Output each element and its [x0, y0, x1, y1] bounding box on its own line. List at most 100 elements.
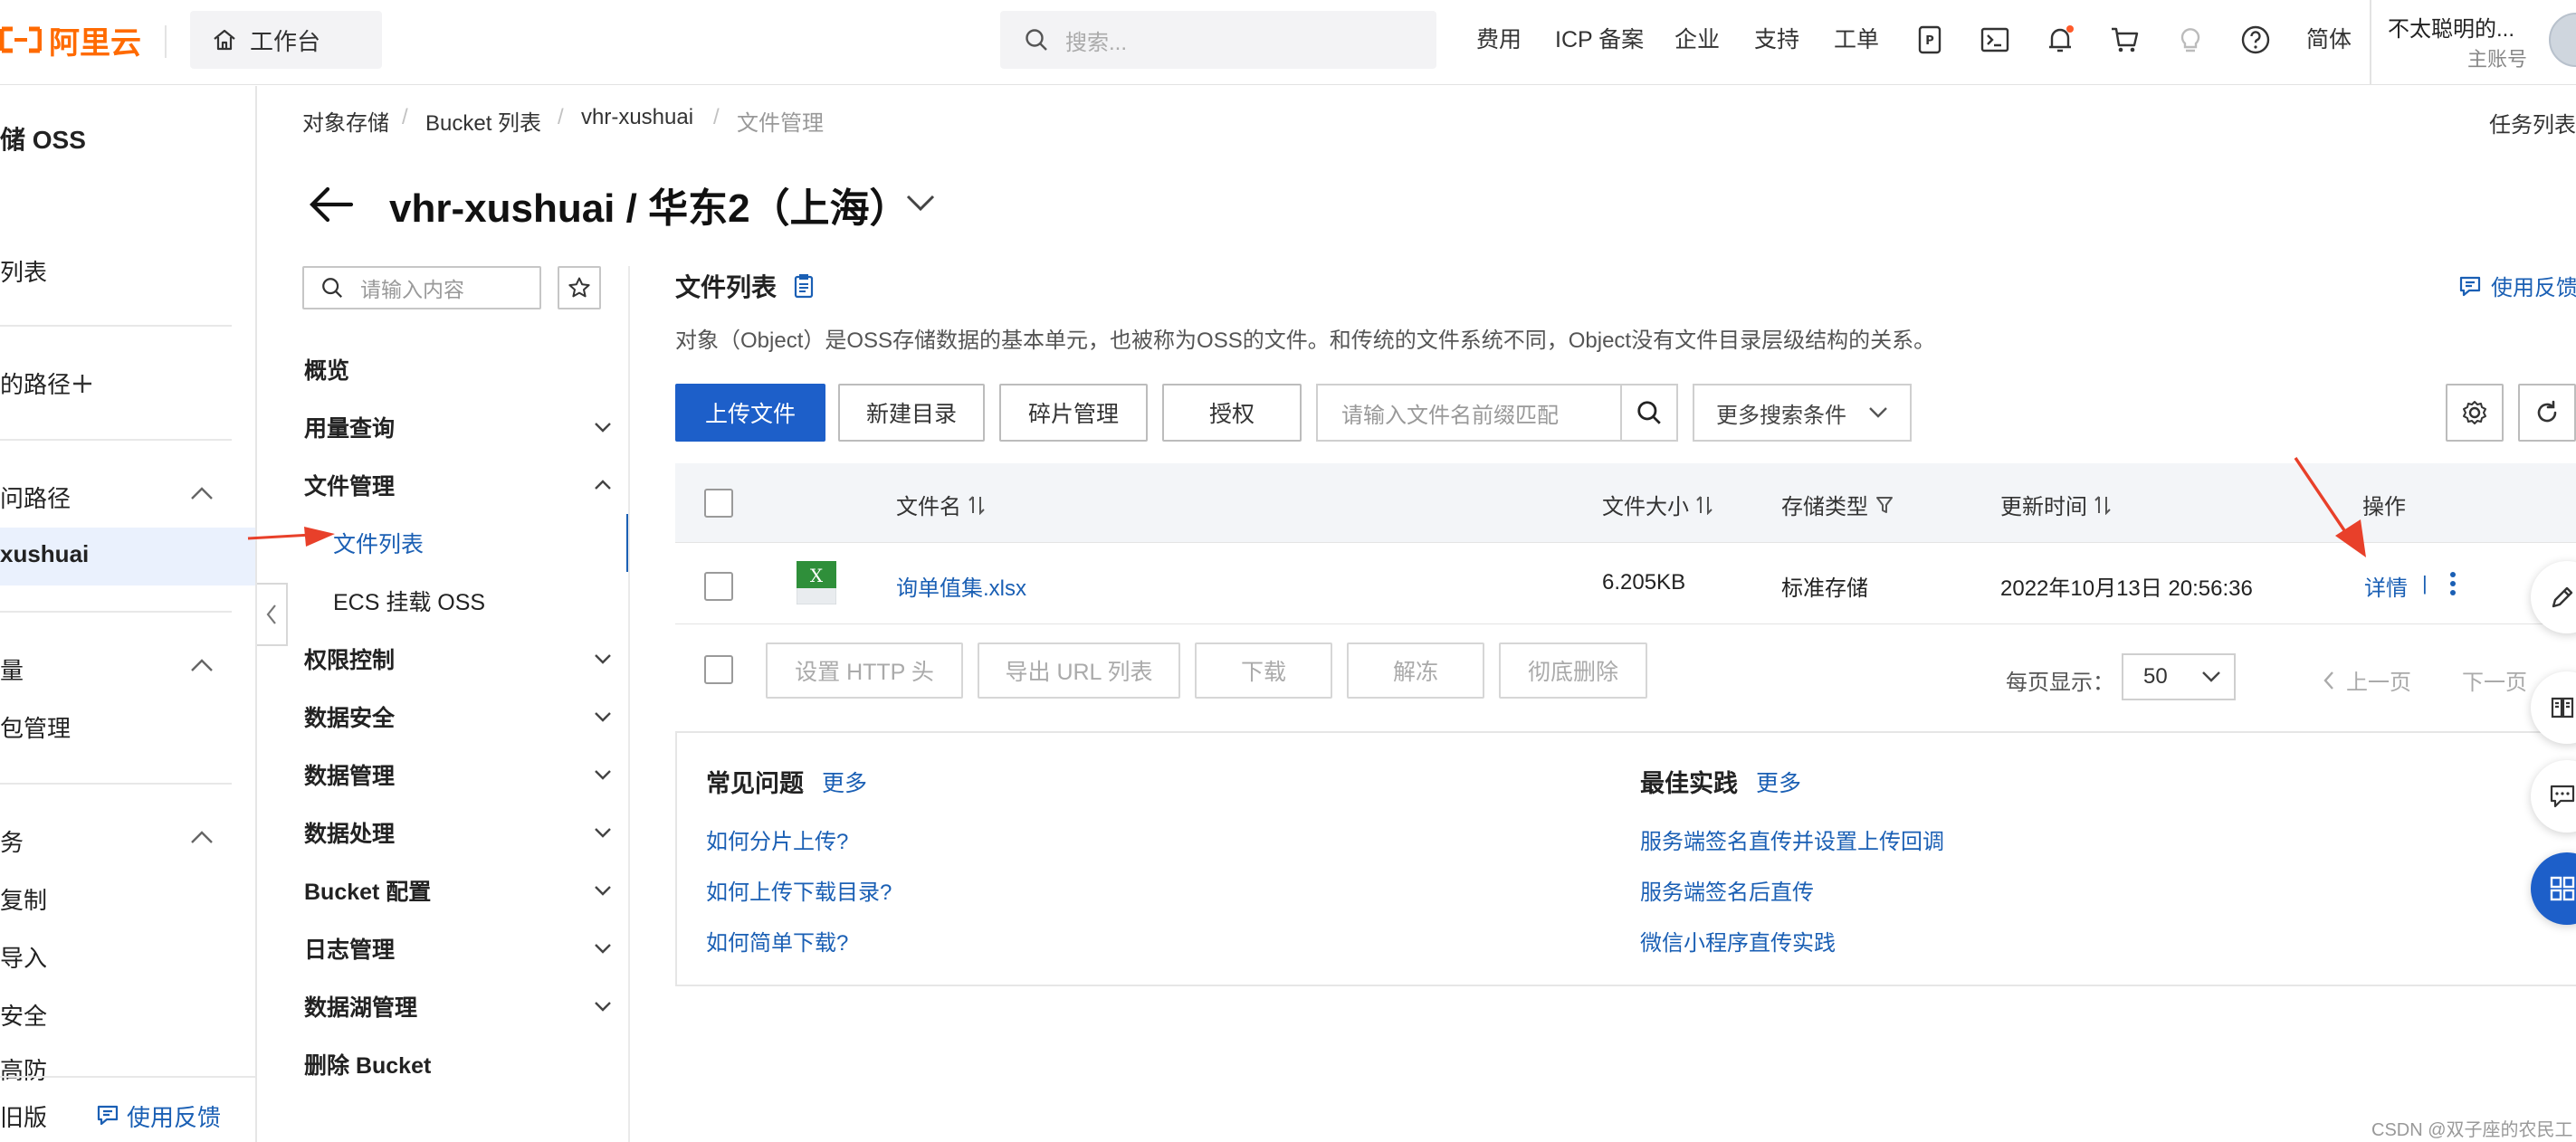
sidebar-group-capacity[interactable]: 量	[0, 652, 24, 686]
submenu-access-control[interactable]: 权限控制	[304, 641, 612, 677]
authorize-button[interactable]: 授权	[1162, 384, 1302, 442]
chat-icon	[2550, 785, 2575, 808]
clipboard-icon[interactable]	[793, 273, 815, 299]
faq-more-link[interactable]: 更多	[822, 766, 867, 798]
sidebar-feedback-link[interactable]: 使用反馈	[127, 1099, 221, 1133]
submenu-label: Bucket 配置	[304, 880, 432, 905]
nav-enterprise[interactable]: 企业	[1674, 22, 1720, 58]
book-icon	[2551, 697, 2574, 719]
submenu-bucket-config[interactable]: Bucket 配置	[304, 872, 612, 909]
column-filesize[interactable]: 文件大小	[1602, 489, 1713, 520]
submenu-file-management[interactable]: 文件管理	[304, 467, 612, 503]
task-list-link[interactable]: 任务列表	[2489, 107, 2576, 138]
add-icon[interactable]	[71, 372, 94, 395]
star-icon	[568, 277, 590, 298]
faq-link[interactable]: 如何简单下载?	[706, 925, 848, 956]
chevron-up-icon[interactable]	[190, 658, 214, 672]
refresh-icon	[2537, 400, 2557, 423]
settings-button[interactable]	[2446, 384, 2504, 442]
faq-link[interactable]: 如何分片上传?	[706, 823, 848, 855]
old-version-link[interactable]: 旧版	[0, 1099, 47, 1133]
sidebar-item-ddos[interactable]: 高防	[0, 1052, 47, 1086]
download-button[interactable]: 下载	[1195, 642, 1332, 699]
column-filename[interactable]: 文件名	[896, 489, 985, 520]
permanent-delete-button[interactable]: 彻底删除	[1499, 642, 1647, 699]
submenu-ecs-mount[interactable]: ECS 挂载 OSS	[333, 583, 605, 619]
cart-icon[interactable]	[2109, 24, 2142, 56]
chevron-down-icon[interactable]	[905, 194, 936, 212]
refresh-button[interactable]	[2518, 384, 2576, 442]
lightbulb-icon[interactable]	[2174, 24, 2207, 56]
nav-billing[interactable]: 费用	[1476, 22, 1522, 58]
faq-link[interactable]: 如何上传下载目录?	[706, 874, 892, 906]
help-icon[interactable]	[2239, 24, 2272, 56]
collapse-sidebar-button[interactable]	[257, 583, 288, 646]
column-updated-time[interactable]: 更新时间	[2000, 489, 2111, 520]
chevron-up-icon[interactable]	[190, 830, 214, 844]
bulk-select-checkbox[interactable]	[704, 655, 733, 684]
best-practice-link[interactable]: 服务端签名后直传	[1640, 874, 1814, 906]
submenu-log-management[interactable]: 日志管理	[304, 930, 612, 966]
best-practice-link[interactable]: 微信小程序直传实践	[1640, 925, 1836, 956]
feedback-link[interactable]: 使用反馈	[2458, 270, 2576, 301]
sidebar-group-access-paths[interactable]: 问路径	[0, 481, 71, 514]
restore-button[interactable]: 解冻	[1347, 642, 1484, 699]
submenu-data-security[interactable]: 数据安全	[304, 699, 612, 735]
upload-file-button[interactable]: 上传文件	[675, 384, 825, 442]
sidebar-item-bucket-list[interactable]: 列表	[0, 254, 47, 288]
best-practice-title: 最佳实践	[1640, 770, 1738, 797]
search-icon	[1026, 29, 1047, 51]
column-storage-type[interactable]: 存储类型	[1781, 489, 1894, 520]
submenu-delete-bucket[interactable]: 删除 Bucket	[304, 1046, 612, 1082]
submenu-search-input[interactable]: 请输入内容	[302, 266, 541, 309]
back-arrow-icon[interactable]	[308, 185, 355, 224]
more-actions-icon[interactable]	[2447, 570, 2458, 597]
filename-search-button[interactable]	[1620, 384, 1678, 442]
sidebar-item-replication[interactable]: 复制	[0, 882, 47, 916]
bell-icon[interactable]	[2044, 24, 2076, 56]
breadcrumb-oss[interactable]: 对象存储	[302, 105, 389, 137]
user-name[interactable]: 不太聪明的...	[2388, 11, 2514, 43]
favorite-button[interactable]	[558, 266, 601, 309]
global-search-input[interactable]: 搜索...	[1000, 11, 1436, 69]
submenu-data-management[interactable]: 数据管理	[304, 757, 612, 793]
chevron-up-icon[interactable]	[190, 486, 214, 500]
file-name-link[interactable]: 询单值集.xlsx	[896, 570, 1026, 602]
filename-prefix-input[interactable]: 请输入文件名前缀匹配	[1316, 384, 1622, 442]
submenu-file-list[interactable]: 文件列表	[333, 525, 605, 561]
nav-ticket[interactable]: 工单	[1834, 22, 1879, 58]
page-size-select[interactable]: 50	[2122, 653, 2236, 700]
next-page-button[interactable]: 下一页	[2462, 664, 2527, 696]
workbench-button[interactable]: 工作台	[190, 11, 382, 69]
submenu-overview[interactable]: 概览	[304, 351, 612, 387]
submenu-data-processing[interactable]: 数据处理	[304, 814, 612, 851]
export-url-list-button[interactable]: 导出 URL 列表	[978, 642, 1180, 699]
breadcrumb-bucket[interactable]: vhr-xushuai	[581, 105, 693, 130]
new-directory-button[interactable]: 新建目录	[838, 384, 985, 442]
avatar[interactable]	[2549, 13, 2576, 67]
pay-icon[interactable]: P	[1913, 24, 1946, 56]
sidebar-item-security[interactable]: 安全	[0, 998, 47, 1032]
detail-link[interactable]: 详情	[2364, 570, 2408, 602]
breadcrumb-bucket-list[interactable]: Bucket 列表	[425, 105, 541, 137]
sidebar-item-bucket[interactable]: xushuai	[0, 540, 89, 568]
fragment-management-button[interactable]: 碎片管理	[999, 384, 1148, 442]
nav-support[interactable]: 支持	[1754, 22, 1799, 58]
sidebar-item-paths[interactable]: 的路径	[0, 366, 71, 400]
submenu-data-lake[interactable]: 数据湖管理	[304, 988, 612, 1024]
set-http-header-button[interactable]: 设置 HTTP 头	[766, 642, 963, 699]
submenu-usage[interactable]: 用量查询	[304, 409, 612, 445]
nav-icp[interactable]: ICP 备案	[1555, 22, 1644, 58]
language-switch[interactable]: 简体	[2306, 22, 2352, 58]
best-practice-link[interactable]: 服务端签名直传并设置上传回调	[1640, 823, 1944, 855]
prev-page-button[interactable]: 上一页	[2323, 664, 2411, 696]
best-practice-more-link[interactable]: 更多	[1756, 766, 1801, 798]
terminal-icon[interactable]	[1979, 24, 2011, 56]
sidebar-item-package[interactable]: 包管理	[0, 710, 71, 744]
sidebar-item-import[interactable]: 导入	[0, 940, 47, 974]
more-search-conditions-select[interactable]: 更多搜索条件	[1693, 384, 1912, 442]
aliyun-logo[interactable]: 阿里云	[0, 22, 141, 61]
row-checkbox[interactable]	[704, 572, 733, 601]
select-all-checkbox[interactable]	[704, 489, 733, 518]
sidebar-group-services[interactable]: 务	[0, 824, 24, 858]
